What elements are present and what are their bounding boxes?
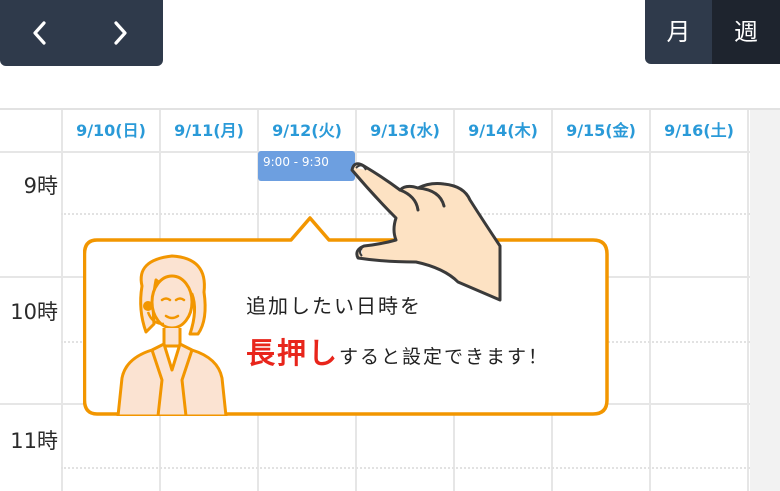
hour-label-11: 11時 <box>10 429 58 453</box>
day-header-wed[interactable]: 9/13(水) <box>357 110 453 152</box>
callout-emphasis: 長押し <box>246 336 340 370</box>
hour-label-9: 9時 <box>23 174 58 198</box>
day-header-tue[interactable]: 9/12(火) <box>259 110 355 152</box>
pointing-hand-icon <box>350 162 502 302</box>
woman-illustration <box>116 254 228 416</box>
grid-line <box>747 110 749 491</box>
callout-line-2: 長押しすると設定できます！ <box>246 330 549 372</box>
day-header-fri[interactable]: 9/15(金) <box>553 110 649 152</box>
week-navigation <box>0 0 163 66</box>
half-hour-line <box>61 467 750 469</box>
vertical-scrollbar[interactable] <box>750 110 780 491</box>
event-block[interactable]: 9:00 - 9:30 <box>258 151 355 181</box>
day-header-sat[interactable]: 9/16(土) <box>651 110 747 152</box>
week-view-button[interactable]: 週 <box>712 0 780 64</box>
day-header-sun[interactable]: 9/10(日) <box>63 110 159 152</box>
view-toggle: 月 週 <box>645 0 780 64</box>
next-week-button[interactable] <box>80 0 160 66</box>
day-header-mon[interactable]: 9/11(月) <box>161 110 257 152</box>
day-header-thu[interactable]: 9/14(木) <box>455 110 551 152</box>
grid-line <box>649 110 651 491</box>
callout-line-2-rest: すると設定できます！ <box>339 346 550 368</box>
previous-week-button[interactable] <box>0 0 80 66</box>
month-view-button[interactable]: 月 <box>645 0 712 64</box>
hour-label-10: 10時 <box>10 300 58 324</box>
chevron-left-icon <box>33 21 46 45</box>
chevron-right-icon <box>114 21 127 45</box>
grid-line <box>61 110 63 491</box>
